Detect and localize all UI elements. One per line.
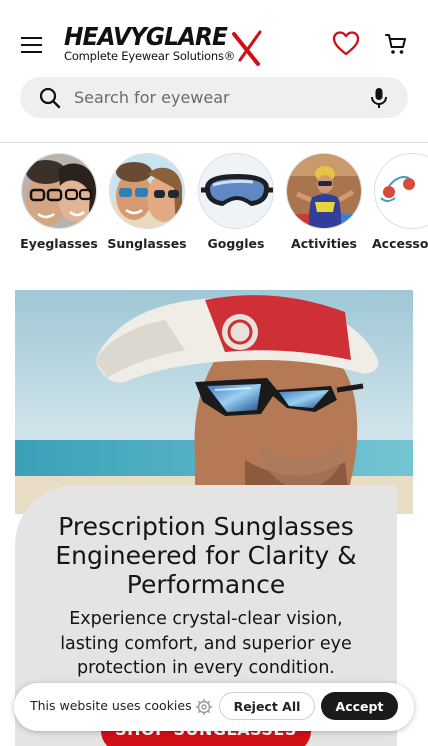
search-input[interactable] [74, 77, 364, 118]
hero-title: Prescription Sunglasses Engineered for C… [55, 512, 357, 599]
microphone-icon[interactable] [368, 86, 390, 110]
eyeglasses-category-image [21, 153, 97, 229]
category-goggles[interactable]: Goggles [196, 153, 276, 251]
category-label: Accessories [372, 236, 428, 251]
search-bar [20, 77, 408, 118]
site-logo[interactable]: HEAVYGLARE Complete Eyewear Solutions® [62, 22, 267, 68]
reject-all-button[interactable]: Reject All [219, 692, 315, 720]
logo-tagline: Complete Eyewear Solutions® [64, 49, 236, 63]
category-activities[interactable]: Activities [284, 153, 364, 251]
menu-button[interactable] [20, 33, 44, 55]
hamburger-line [21, 44, 42, 46]
category-label: Sunglasses [107, 236, 187, 251]
logo-x-mark-icon [232, 30, 262, 66]
site-header: HEAVYGLARE Complete Eyewear Solutions® [0, 0, 428, 143]
accessories-category-image [374, 153, 428, 229]
hero-subtitle: Experience crystal-clear vision, lasting… [60, 609, 352, 678]
accept-button[interactable]: Accept [321, 692, 398, 720]
cookie-banner: This website uses cookies Reject All Acc… [14, 683, 414, 731]
category-label: Goggles [207, 236, 265, 251]
cookie-text: This website uses cookies [30, 698, 192, 713]
hero-image [15, 290, 413, 514]
logo-wordmark: HEAVYGLARE [64, 22, 228, 51]
category-label: Eyeglasses [20, 236, 98, 251]
category-sunglasses[interactable]: Sunglasses [107, 153, 187, 251]
heart-icon[interactable] [332, 30, 360, 56]
hamburger-line [21, 51, 42, 53]
activities-category-image [286, 153, 362, 229]
goggles-category-image [198, 153, 274, 229]
category-label: Activities [291, 236, 357, 251]
sunglasses-category-image [109, 153, 185, 229]
category-eyeglasses[interactable]: Eyeglasses [19, 153, 99, 251]
search-icon[interactable] [38, 86, 62, 110]
hamburger-menu-icon [21, 37, 42, 39]
gear-icon[interactable] [195, 698, 213, 716]
cart-icon[interactable] [384, 32, 408, 56]
category-accessories[interactable]: Accessories [372, 153, 428, 251]
category-carousel: Eyeglasses Sunglasses Goggles Activities… [0, 143, 428, 263]
